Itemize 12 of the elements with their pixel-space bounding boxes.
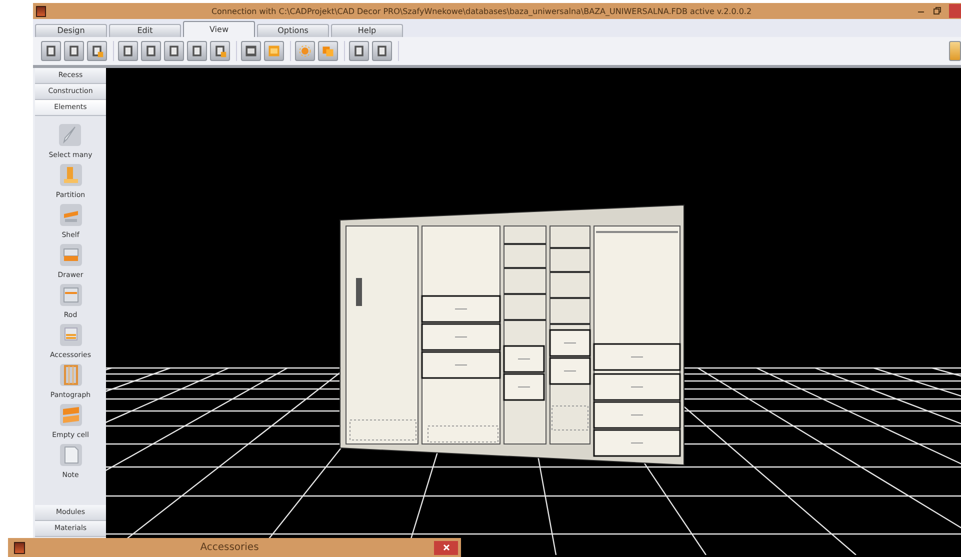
- restore-icon[interactable]: [933, 7, 941, 15]
- app-logo-icon: [14, 542, 25, 554]
- close-button[interactable]: [434, 540, 458, 554]
- dialog-title: Accessories: [199, 542, 260, 553]
- menu-tab[interactable]: Help: [331, 24, 403, 37]
- menu-tab[interactable]: Options: [257, 24, 329, 37]
- menu-tab[interactable]: Edit: [109, 24, 181, 37]
- app-logo-icon: [36, 6, 46, 16]
- close-icon[interactable]: [442, 544, 450, 551]
- menu-tab[interactable]: Design: [35, 24, 107, 37]
- window-title: Connection with C:\CADProjekt\CAD Decor PRO\SzafyWnekowe\databases\baza_uniwersalna\BAZA_UNIWERSALNA.FDB active v.2.0.0.2: [210, 6, 753, 16]
- menu-tab[interactable]: View: [183, 21, 255, 37]
